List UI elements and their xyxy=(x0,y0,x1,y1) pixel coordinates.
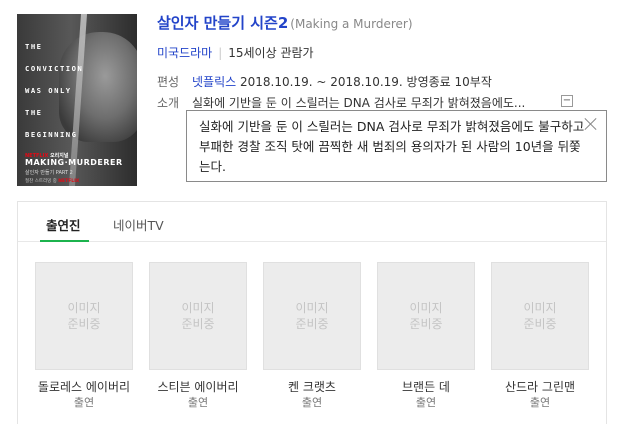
cast-name[interactable]: 켄 크랫츠 xyxy=(263,379,361,395)
tab-cast-label: 출연진 xyxy=(46,218,81,233)
tab-naver-tv-label: 네이버TV xyxy=(113,218,164,233)
tab-cast[interactable]: 출연진 xyxy=(40,215,89,242)
cast-image-placeholder[interactable]: 이미지 준비중 xyxy=(263,262,361,370)
cast-name[interactable]: 산드라 그린맨 xyxy=(491,379,589,395)
intro-summary: 실화에 기반을 둔 이 스릴러는 DNA 검사로 무죄가 밝혀졌음에도... xyxy=(192,96,526,110)
intro-popup: 실화에 기반을 둔 이 스릴러는 DNA 검사로 무죄가 밝혀졌음에도 불구하고… xyxy=(186,110,607,182)
cast-card[interactable]: 이미지 준비중 스티븐 에이버리 출연 xyxy=(149,262,247,410)
divider: | xyxy=(218,46,223,60)
cast-image-placeholder[interactable]: 이미지 준비중 xyxy=(35,262,133,370)
active-tab-indicator xyxy=(40,240,89,242)
tab-naver-tv[interactable]: 네이버TV xyxy=(113,215,164,234)
network-link[interactable]: 넷플릭스 xyxy=(192,75,236,89)
title-row: 살인자 만들기 시즌2 (Making a Murderer) xyxy=(157,12,413,33)
cast-name[interactable]: 돌로레스 에이버리 xyxy=(35,379,133,395)
org-label: 편성 xyxy=(157,75,180,89)
poster-tagline: THE CONVICTION WAS ONLY THE BEGINNING xyxy=(25,42,84,139)
cast-role: 출연 xyxy=(187,396,209,409)
cast-image-placeholder[interactable]: 이미지 준비중 xyxy=(491,262,589,370)
cast-role: 출연 xyxy=(73,396,95,409)
poster-footer: 절찬 스트리밍 중 NETFLIX xyxy=(25,179,80,184)
cast-image-placeholder[interactable]: 이미지 준비중 xyxy=(377,262,475,370)
genre-link[interactable]: 미국드라마 xyxy=(157,46,212,60)
poster-subtitle: 살인자 만들기 PART 2 xyxy=(25,170,73,176)
intro-full-text: 실화에 기반을 둔 이 스릴러는 DNA 검사로 무죄가 밝혀졌음에도 불구하고… xyxy=(199,119,585,174)
close-icon[interactable] xyxy=(584,117,598,131)
page-title[interactable]: 살인자 만들기 시즌2 xyxy=(157,14,288,32)
cast-image-placeholder[interactable]: 이미지 준비중 xyxy=(149,262,247,370)
cast-name[interactable]: 스티븐 에이버리 xyxy=(149,379,247,395)
broadcast-period: 2018.10.19. ~ 2018.10.19. 방영종료 10부작 xyxy=(240,75,492,89)
poster-image[interactable]: THE CONVICTION WAS ONLY THE BEGINNING NE… xyxy=(17,14,137,186)
poster-title: MAKING·MURDERER xyxy=(25,158,123,167)
age-rating: 15세이상 관람가 xyxy=(228,46,314,60)
cast-card[interactable]: 이미지 준비중 산드라 그린맨 출연 xyxy=(491,262,589,410)
cast-card[interactable]: 이미지 준비중 브랜든 데 출연 xyxy=(377,262,475,410)
intro-label: 소개 xyxy=(157,96,180,110)
cast-role: 출연 xyxy=(415,396,437,409)
cast-card[interactable]: 이미지 준비중 켄 크랫츠 출연 xyxy=(263,262,361,410)
cast-card[interactable]: 이미지 준비중 돌로레스 에이버리 출연 xyxy=(35,262,133,410)
cast-name[interactable]: 브랜든 데 xyxy=(377,379,475,395)
cast-panel: 출연진 네이버TV 이미지 준비중 돌로레스 에이버리 출연 이미지 준비중 스… xyxy=(17,201,607,424)
expand-intro-button[interactable]: − xyxy=(561,95,573,107)
english-title: (Making a Murderer) xyxy=(290,17,413,31)
cast-role: 출연 xyxy=(301,396,323,409)
org-value: 넷플릭스 2018.10.19. ~ 2018.10.19. 방영종료 10부작 xyxy=(192,73,492,90)
tab-bar: 출연진 네이버TV xyxy=(18,202,606,242)
meta-row: 미국드라마 | 15세이상 관람가 xyxy=(157,44,314,61)
cast-role: 출연 xyxy=(529,396,551,409)
